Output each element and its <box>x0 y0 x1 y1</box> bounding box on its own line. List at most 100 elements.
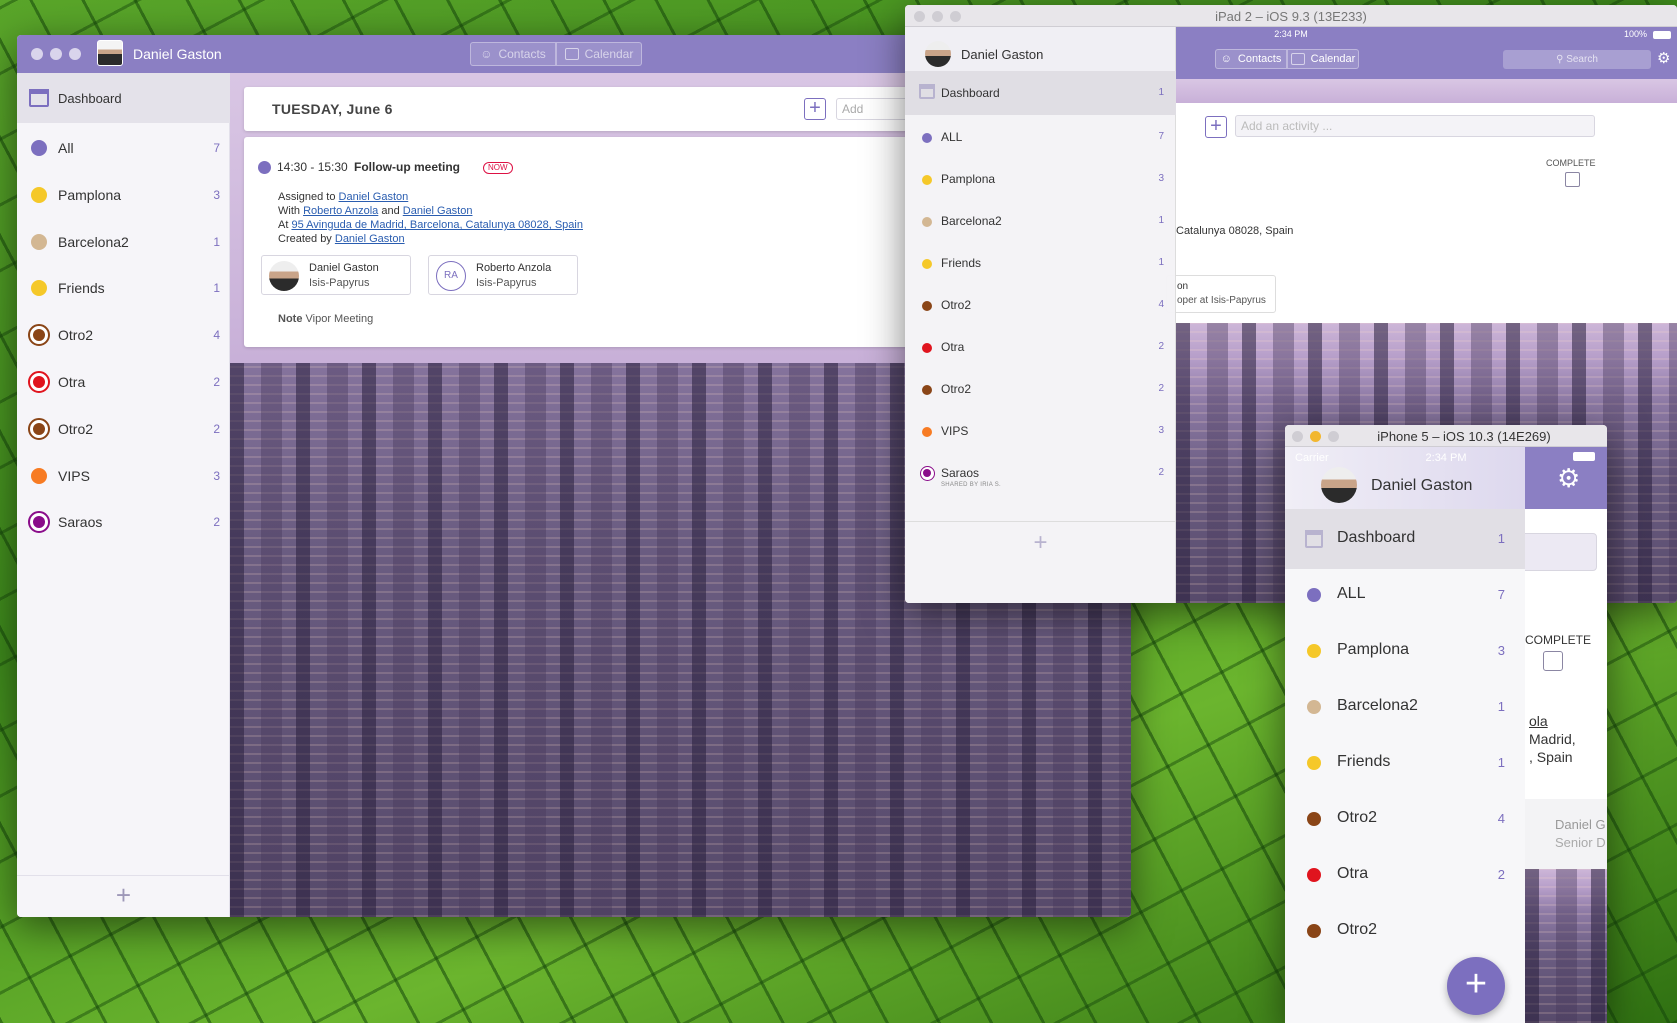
add-activity-input[interactable] <box>1517 533 1597 571</box>
sidebar-item-count: 3 <box>1158 425 1164 436</box>
sidebar-item-friends[interactable]: Friends 1 <box>905 241 1176 285</box>
sidebar-item-pamplona[interactable]: Pamplona 3 <box>17 170 230 220</box>
minimize-window-button[interactable] <box>1310 431 1321 442</box>
user-name: Daniel Gaston <box>133 46 222 62</box>
event-time: 14:30 - 15:30 <box>277 160 348 174</box>
group-color-dot <box>1307 644 1321 658</box>
event-location-fragment: , Spain <box>1529 749 1573 765</box>
person-card[interactable]: Daniel G Senior D <box>1525 799 1607 869</box>
sidebar-item-all[interactable]: ALL 7 <box>1285 565 1525 625</box>
sidebar-item-label: Friends <box>1337 753 1391 770</box>
minimize-window-button[interactable] <box>50 48 62 60</box>
sidebar-item-otra[interactable]: Otra 2 <box>17 357 230 407</box>
add-group-button[interactable]: + <box>17 875 230 917</box>
sidebar-item-otra[interactable]: Otra 2 <box>1285 845 1525 905</box>
group-color-dot <box>28 371 50 393</box>
sidebar-item-otro2[interactable]: Otro2 <box>1285 901 1525 961</box>
add-activity-input[interactable]: Add an activity ... <box>1235 115 1595 137</box>
complete-checkbox[interactable] <box>1543 651 1563 671</box>
sidebar-item-saraos[interactable]: Saraos 2 <box>17 497 230 547</box>
sidebar-item-friends[interactable]: Friends 1 <box>17 263 230 313</box>
sidebar-item-saraos[interactable]: Saraos 2 SHARED BY IRIA S. <box>905 451 1176 495</box>
sidebar-item-label: Friends <box>58 280 105 297</box>
group-color-dot <box>922 427 932 437</box>
sidebar-item-dashboard[interactable]: Dashboard <box>17 73 230 123</box>
close-window-button[interactable] <box>31 48 43 60</box>
sidebar-item-friends[interactable]: Friends 1 <box>1285 733 1525 793</box>
participant-link[interactable]: Roberto Anzola <box>303 205 378 217</box>
sidebar-item-pamplona[interactable]: Pamplona 3 <box>905 157 1176 201</box>
sidebar-item-otro2[interactable]: Otro2 2 <box>905 367 1176 411</box>
add-floating-button[interactable]: + <box>1447 957 1505 1015</box>
and-label: and <box>381 205 400 217</box>
user-name: Daniel Gaston <box>961 47 1044 62</box>
sidebar-item-otro2[interactable]: Otro2 4 <box>1285 789 1525 849</box>
sidebar-item-otro2[interactable]: Otro2 4 <box>905 283 1176 327</box>
plus-icon: + <box>1464 963 1488 1005</box>
person-card[interactable]: Daniel Gaston Isis-Papyrus <box>261 255 411 295</box>
sidebar-item-label: Dashboard <box>941 86 1000 100</box>
sidebar-item-barcelona2[interactable]: Barcelona2 1 <box>1285 677 1525 737</box>
sidebar-item-label: Otro2 <box>58 420 94 437</box>
sidebar-item-label: Otra <box>941 340 965 354</box>
group-color-dot <box>31 233 47 250</box>
assigned-line: Assigned to Daniel Gaston <box>278 191 408 203</box>
sidebar-item-count: 3 <box>1497 643 1505 658</box>
event-participant-fragment[interactable]: ola <box>1529 713 1548 729</box>
ipad-sidebar: Daniel Gaston Dashboard 1 ALL 7 Pamplona 3 B… <box>905 27 1176 603</box>
creator-link[interactable]: Daniel Gaston <box>335 233 405 245</box>
group-color-dot <box>922 301 932 311</box>
zoom-window-button[interactable] <box>69 48 81 60</box>
sidebar-item-dashboard[interactable]: Dashboard 1 <box>1285 509 1525 569</box>
sidebar-item-otro2[interactable]: Otro2 2 <box>17 404 230 454</box>
sidebar-item-otra[interactable]: Otra 2 <box>905 325 1176 369</box>
sidebar-item-all[interactable]: ALL 7 <box>905 115 1176 159</box>
tab-contacts[interactable]: ☺ Contacts <box>1215 49 1287 69</box>
search-input[interactable]: ⚲ Search <box>1503 50 1651 69</box>
add-group-button[interactable]: + <box>905 521 1176 565</box>
sidebar-item-count: 3 <box>1158 173 1164 184</box>
gear-icon[interactable]: ⚙ <box>1657 49 1670 67</box>
sidebar-item-otro2[interactable]: Otro2 4 <box>17 310 230 360</box>
complete-label: COMPLETE <box>1546 158 1596 168</box>
person-card[interactable]: on oper at Isis-Papyrus <box>1166 275 1276 313</box>
sidebar-item-pamplona[interactable]: Pamplona 3 <box>1285 621 1525 681</box>
plus-icon: + <box>1033 529 1048 556</box>
add-activity-button[interactable]: + <box>1205 116 1227 138</box>
gear-icon[interactable]: ⚙ <box>1557 463 1580 494</box>
group-color-dot <box>1307 868 1321 882</box>
add-activity-placeholder: Add an activity ... <box>1241 119 1333 133</box>
tab-calendar[interactable]: Calendar <box>556 42 642 66</box>
event-title[interactable]: Follow-up meeting <box>354 160 460 174</box>
user-avatar[interactable] <box>1321 467 1357 503</box>
sidebar-item-dashboard[interactable]: Dashboard 1 <box>905 71 1176 115</box>
person-card[interactable]: RA Roberto Anzola Isis-Papyrus <box>428 255 578 295</box>
user-name: Daniel Gaston <box>1371 477 1473 494</box>
add-activity-button[interactable]: + <box>804 98 826 120</box>
location-link[interactable]: 95 Avinguda de Madrid, Barcelona, Catalu… <box>291 219 583 231</box>
sidebar-item-vips[interactable]: VIPS 3 <box>17 451 230 501</box>
tab-contacts[interactable]: ☺ Contacts <box>470 42 556 66</box>
user-avatar[interactable] <box>97 40 123 66</box>
group-color-dot <box>28 417 50 440</box>
sidebar-item-vips[interactable]: VIPS 3 <box>905 409 1176 453</box>
sidebar-item-count: 4 <box>1158 299 1164 310</box>
participant-link[interactable]: Daniel Gaston <box>403 205 473 217</box>
sidebar-item-count: 3 <box>213 468 220 483</box>
sidebar-item-barcelona2[interactable]: Barcelona2 1 <box>17 217 230 267</box>
tab-calendar[interactable]: Calendar <box>1287 49 1359 69</box>
sidebar-item-count: 1 <box>1497 755 1505 770</box>
tab-contacts-label: Contacts <box>498 47 546 61</box>
status-time: 2:34 PM <box>1425 452 1467 464</box>
user-avatar[interactable] <box>925 41 951 67</box>
complete-checkbox[interactable] <box>1565 172 1580 187</box>
sidebar-item-label: Barcelona2 <box>58 233 129 250</box>
location-line: At 95 Avinguda de Madrid, Barcelona, Cat… <box>278 219 583 231</box>
assigned-to-link[interactable]: Daniel Gaston <box>339 191 409 203</box>
group-color-dot <box>922 385 932 395</box>
close-window-button[interactable] <box>1292 431 1303 442</box>
sidebar-item-barcelona2[interactable]: Barcelona2 1 <box>905 199 1176 243</box>
sidebar-item-count: 7 <box>213 141 220 155</box>
sidebar-item-all[interactable]: All 7 <box>17 123 230 173</box>
plus-icon: + <box>1210 115 1222 137</box>
